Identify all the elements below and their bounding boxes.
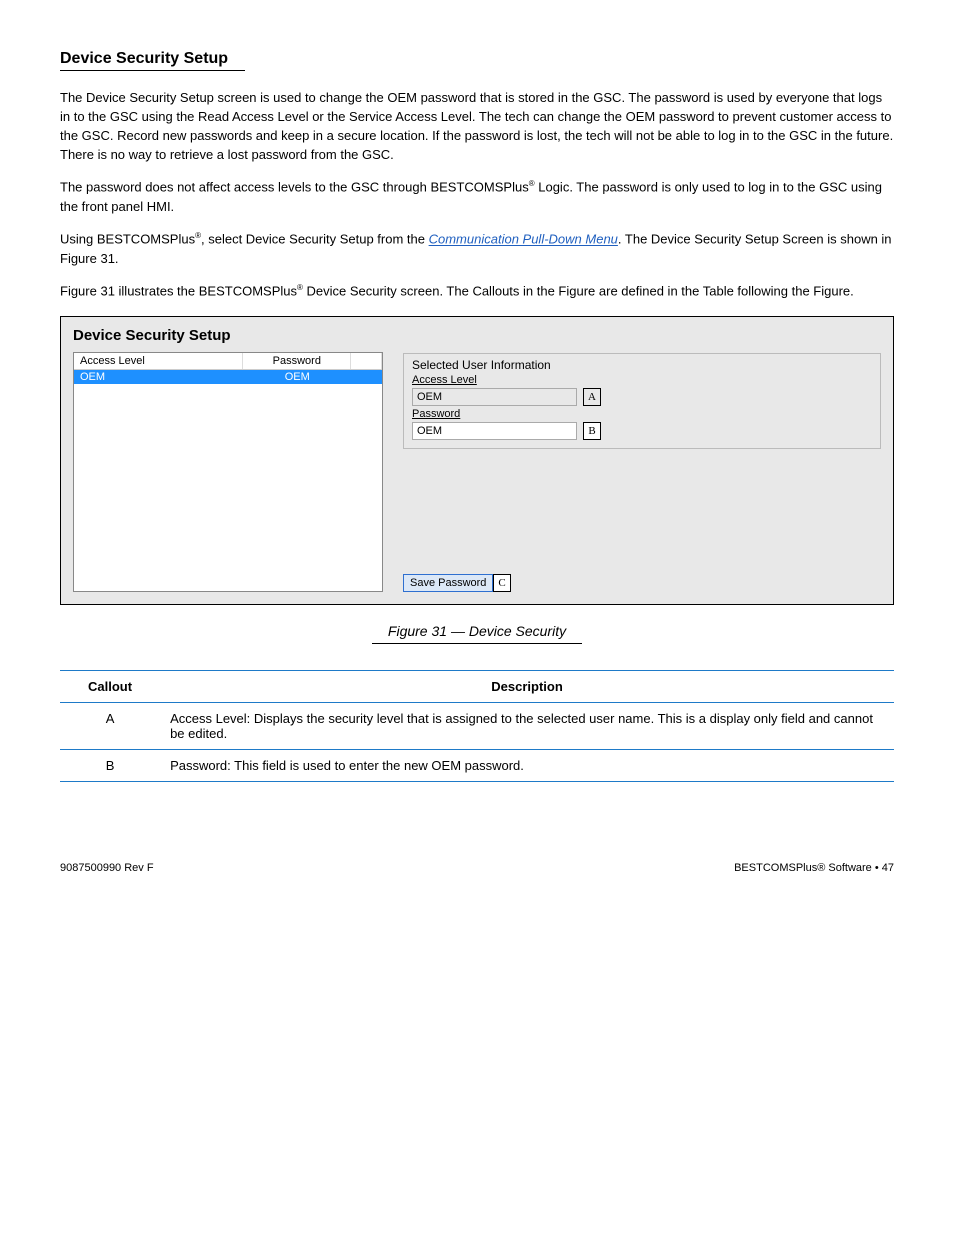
table-row: B Password: This field is used to enter … [60,749,894,781]
password-note-paragraph: The password does not affect access leve… [60,178,894,216]
figure-panel: Device Security Setup Access Level Passw… [60,316,894,605]
group-title: Selected User Information [412,358,872,372]
footer-left: 9087500990 Rev F [60,862,154,874]
grid-header: Access Level Password [74,353,382,370]
page-footer: 9087500990 Rev F BESTCOMSPlus® Software … [60,862,894,874]
text-span: Figure 31 [60,284,115,299]
text-span: , select Device Security Setup from the [201,232,429,247]
intro-paragraph: The Device Security Setup screen is used… [60,89,894,164]
save-password-button[interactable]: Save Password [403,574,493,592]
figure-caption: Figure 31 — Device Security [60,623,894,639]
page-heading: Device Security Setup [60,50,894,68]
panel-title: Device Security Setup [73,327,383,344]
callout-marker-b: B [583,422,601,440]
cell-description: Access Level: Displays the security leve… [160,702,894,749]
communication-menu-link[interactable]: Communication Pull-Down Menu [429,232,618,247]
callout-marker-c: C [493,574,511,592]
text-span: Using BESTCOMSPlus [60,232,195,247]
password-field-label: Password [412,408,872,420]
cell-password: OEM [243,370,351,384]
figure-ref-paragraph: Figure 31 illustrates the BESTCOMSPlus® … [60,282,894,301]
th-description: Description [160,670,894,702]
text-span: The password does not affect access leve… [60,180,529,195]
callout-marker-a: A [583,388,601,406]
access-grid[interactable]: Access Level Password OEM OEM [73,352,383,592]
grid-row-selected[interactable]: OEM OEM [74,370,382,384]
col-spacer [351,353,382,369]
heading-underline [60,70,245,71]
password-field[interactable] [412,422,577,440]
access-level-field [412,388,577,406]
text-span: Device Security screen. The Callouts in … [303,284,854,299]
caption-underline [372,643,582,644]
table-row: A Access Level: Displays the security le… [60,702,894,749]
text-span: illustrates the BESTCOMSPlus [115,284,297,299]
col-password: Password [243,353,351,369]
cell-callout: B [60,749,160,781]
callout-table: Callout Description A Access Level: Disp… [60,670,894,782]
cell-description: Password: This field is used to enter th… [160,749,894,781]
nav-paragraph: Using BESTCOMSPlus®, select Device Secur… [60,230,894,268]
cell-level: OEM [74,370,243,384]
th-callout: Callout [60,670,160,702]
footer-right: BESTCOMSPlus® Software • 47 [734,862,894,874]
selected-user-group: Selected User Information Access Level A… [403,353,881,449]
access-level-label: Access Level [412,374,872,386]
cell-callout: A [60,702,160,749]
col-access-level: Access Level [74,353,243,369]
